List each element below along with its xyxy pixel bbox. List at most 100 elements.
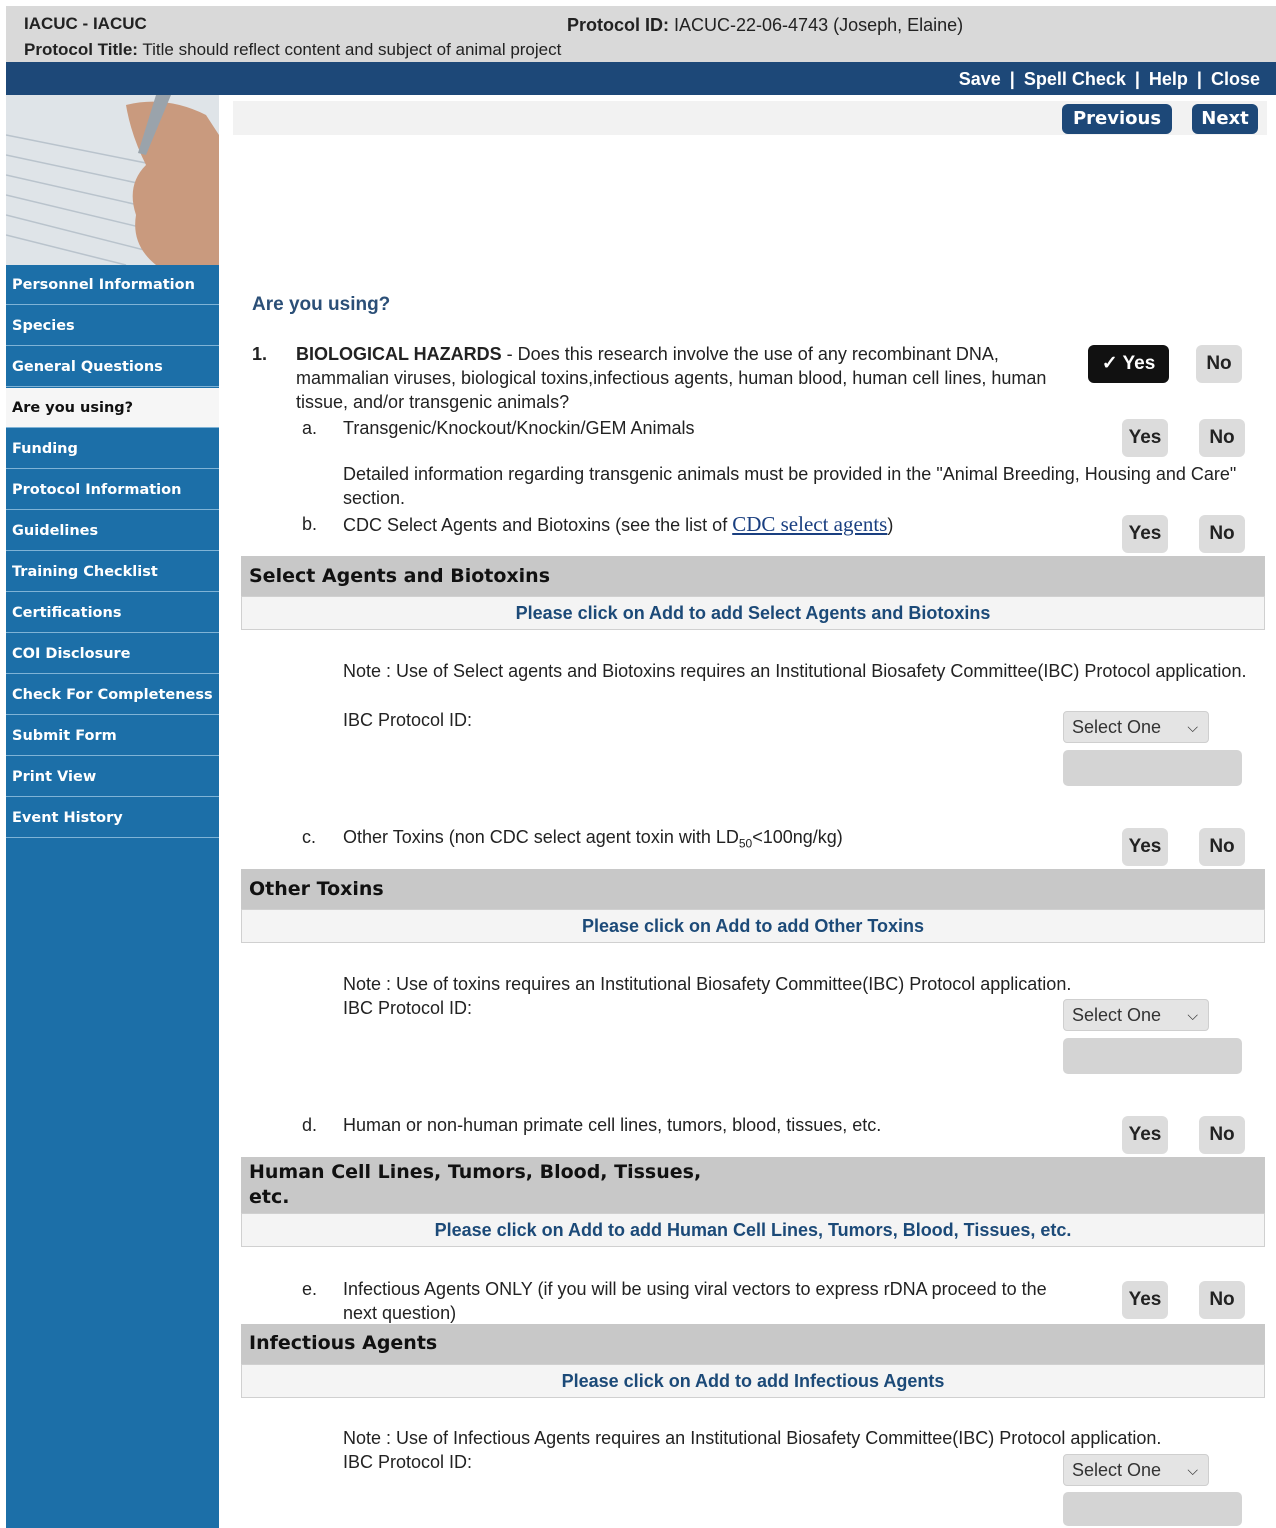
question-number: 1. xyxy=(252,344,268,364)
item-b-label: CDC Select Agents and Biotoxins (see the… xyxy=(343,515,733,535)
protocol-title: Protocol Title: Title should reflect con… xyxy=(24,40,561,60)
q1-yes-button[interactable]: ✓ Yes xyxy=(1088,345,1169,383)
select-agents-header: Select Agents and Biotoxins xyxy=(241,556,1265,596)
item-c-label-end: <100ng/kg) xyxy=(752,827,843,847)
item-c-label: Other Toxins (non CDC select agent toxin… xyxy=(343,827,739,847)
sidebar-item-protocol-information[interactable]: Protocol Information xyxy=(6,470,219,510)
d-no-button[interactable]: No xyxy=(1199,1116,1245,1154)
sidebar-item-training-checklist[interactable]: Training Checklist xyxy=(6,552,219,592)
item-b-label-end: ) xyxy=(887,515,894,535)
ibc-protocol-field[interactable] xyxy=(1063,1038,1242,1074)
checkmark-icon: ✓ xyxy=(1101,353,1118,374)
human-cell-lines-title-line2: etc. xyxy=(249,1186,290,1208)
protocol-header: IACUC - IACUC Protocol ID: IACUC-22-06-4… xyxy=(6,6,1276,62)
cdc-select-agents-link[interactable]: CDC select agents xyxy=(732,512,887,536)
human-cell-lines-header: Human Cell Lines, Tumors, Blood, Tissues… xyxy=(241,1157,1265,1213)
chevron-down-icon: ⌵ xyxy=(1187,719,1198,735)
ibc-protocol-select[interactable]: Select One ⌵ xyxy=(1063,999,1209,1031)
add-other-toxins-link[interactable]: Please click on Add to add Other Toxins xyxy=(241,909,1265,943)
ibc-protocol-label: IBC Protocol ID: xyxy=(343,998,473,1018)
separator: | xyxy=(1134,69,1140,89)
c-yes-button[interactable]: Yes xyxy=(1122,828,1168,866)
separator: | xyxy=(1196,69,1202,89)
ibc-protocol-label: IBC Protocol ID: xyxy=(343,710,473,730)
sidebar-item-guidelines[interactable]: Guidelines xyxy=(6,511,219,551)
sidebar-item-print-view[interactable]: Print View xyxy=(6,757,219,797)
ibc-protocol-field[interactable] xyxy=(1063,1492,1242,1526)
protocol-title-value: Title should reflect content and subject… xyxy=(142,40,562,59)
sidebar-item-check-for-completeness[interactable]: Check For Completeness xyxy=(6,675,219,715)
sidebar: Personnel Information Species General Qu… xyxy=(6,95,219,1528)
top-nav-strip: Save | Spell Check | Help | Close xyxy=(6,62,1276,95)
add-human-cell-lines-link[interactable]: Please click on Add to add Human Cell Li… xyxy=(241,1213,1265,1247)
ibc-protocol-label: IBC Protocol ID: xyxy=(343,1452,473,1472)
section-heading: Are you using? xyxy=(252,294,391,315)
select-agents-note: Note : Use of Select agents and Biotoxin… xyxy=(343,661,1247,681)
sidebar-item-funding[interactable]: Funding xyxy=(6,429,219,469)
select-value: Select One xyxy=(1072,1460,1162,1480)
sidebar-item-certifications[interactable]: Certifications xyxy=(6,593,219,633)
item-a-text: Transgenic/Knockout/Knockin/GEM Animals xyxy=(343,418,695,438)
sidebar-item-are-you-using[interactable]: Are you using? xyxy=(6,388,219,428)
chevron-down-icon: ⌵ xyxy=(1187,1007,1198,1023)
sidebar-item-personnel-information[interactable]: Personnel Information xyxy=(6,265,219,305)
add-infectious-agents-link[interactable]: Please click on Add to add Infectious Ag… xyxy=(241,1364,1265,1398)
sidebar-item-general-questions[interactable]: General Questions xyxy=(6,347,219,387)
c-no-button[interactable]: No xyxy=(1199,828,1245,866)
select-value: Select One xyxy=(1072,1005,1162,1025)
next-button[interactable]: Next xyxy=(1192,104,1258,134)
chevron-down-icon: ⌵ xyxy=(1187,1462,1198,1478)
a-yes-button[interactable]: Yes xyxy=(1122,419,1168,457)
item-d-text: Human or non-human primate cell lines, t… xyxy=(343,1115,882,1135)
item-a-detail: Detailed information regarding transgeni… xyxy=(343,464,1237,508)
q1-yes-label: Yes xyxy=(1122,353,1156,374)
item-letter: e. xyxy=(302,1279,318,1299)
item-letter: c. xyxy=(302,827,317,847)
item-b-text: CDC Select Agents and Biotoxins (see the… xyxy=(343,512,1063,537)
e-no-button[interactable]: No xyxy=(1199,1281,1245,1319)
item-letter: d. xyxy=(302,1115,318,1135)
human-cell-lines-title-line1: Human Cell Lines, Tumors, Blood, Tissues… xyxy=(249,1161,702,1183)
previous-button[interactable]: Previous xyxy=(1062,104,1172,134)
add-select-agents-link[interactable]: Please click on Add to add Select Agents… xyxy=(241,596,1265,630)
sidebar-item-species[interactable]: Species xyxy=(6,306,219,346)
ld50-subscript: 50 xyxy=(738,836,753,851)
protocol-id-label: Protocol ID: xyxy=(567,15,669,35)
q1-no-button[interactable]: No xyxy=(1196,345,1242,383)
protocol-id-value: IACUC-22-06-4743 (Joseph, Elaine) xyxy=(674,15,964,35)
sidebar-item-submit-form[interactable]: Submit Form xyxy=(6,716,219,756)
protocol-title-label: Protocol Title: xyxy=(24,40,138,59)
e-yes-button[interactable]: Yes xyxy=(1122,1281,1168,1319)
sidebar-item-coi-disclosure[interactable]: COI Disclosure xyxy=(6,634,219,674)
a-no-button[interactable]: No xyxy=(1199,419,1245,457)
other-toxins-note: Note : Use of toxins requires an Institu… xyxy=(343,974,1072,994)
page-toolbar: Previous Next xyxy=(233,101,1267,135)
infectious-agents-header: Infectious Agents xyxy=(241,1324,1265,1364)
infectious-agents-note: Note : Use of Infectious Agents requires… xyxy=(343,1428,1162,1448)
item-e-text: Infectious Agents ONLY (if you will be u… xyxy=(343,1279,1047,1323)
hand-writing-image xyxy=(6,95,219,265)
b-no-button[interactable]: No xyxy=(1199,515,1245,553)
sidebar-item-event-history[interactable]: Event History xyxy=(6,798,219,838)
ibc-protocol-select[interactable]: Select One ⌵ xyxy=(1063,1454,1209,1486)
other-toxins-header: Other Toxins xyxy=(241,869,1265,909)
question-1-title: BIOLOGICAL HAZARDS xyxy=(296,344,502,364)
top-links: Save | Spell Check | Help | Close xyxy=(959,69,1260,90)
d-yes-button[interactable]: Yes xyxy=(1122,1116,1168,1154)
app-title: IACUC - IACUC xyxy=(24,14,147,33)
spell-check-link[interactable]: Spell Check xyxy=(1024,69,1126,89)
question-1-text: BIOLOGICAL HAZARDS - Does this research … xyxy=(296,342,1066,414)
separator: | xyxy=(1009,69,1015,89)
ibc-protocol-field[interactable] xyxy=(1063,750,1242,786)
item-c-text: Other Toxins (non CDC select agent toxin… xyxy=(343,825,1063,856)
sidebar-photo xyxy=(6,95,219,265)
close-link[interactable]: Close xyxy=(1211,69,1260,89)
item-letter: a. xyxy=(302,418,318,438)
protocol-id: Protocol ID: IACUC-22-06-4743 (Joseph, E… xyxy=(567,15,963,36)
select-value: Select One xyxy=(1072,717,1162,737)
save-link[interactable]: Save xyxy=(959,69,1001,89)
ibc-protocol-select[interactable]: Select One ⌵ xyxy=(1063,711,1209,743)
b-yes-button[interactable]: Yes xyxy=(1122,515,1168,553)
item-letter: b. xyxy=(302,514,318,534)
help-link[interactable]: Help xyxy=(1149,69,1188,89)
